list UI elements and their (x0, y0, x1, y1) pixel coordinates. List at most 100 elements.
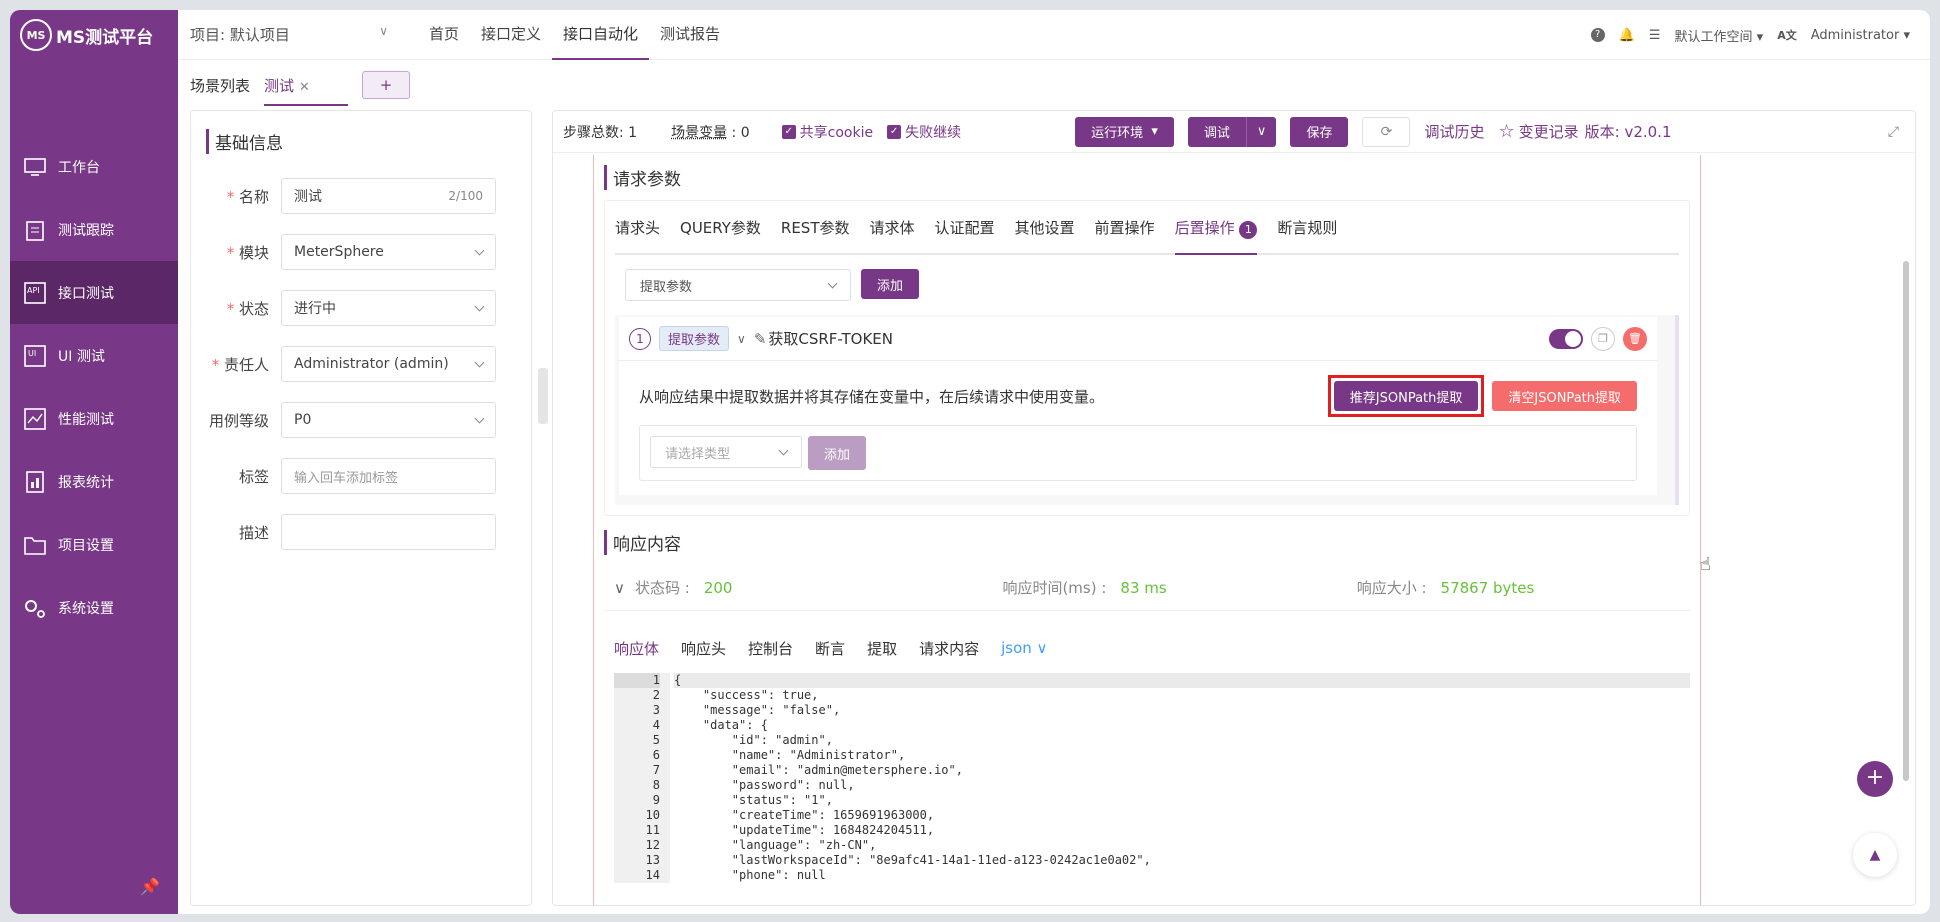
tag-input[interactable]: 输入回车添加标签 (281, 458, 496, 494)
chart-icon (22, 407, 48, 431)
save-button[interactable]: 保存 (1290, 116, 1349, 147)
sidebar-item-label: UI 测试 (58, 348, 105, 365)
project-label: 项目: 默认项目 (190, 26, 290, 44)
environment-button[interactable]: 运行环境 ▾ (1075, 116, 1174, 147)
level-select[interactable]: P0 (281, 402, 496, 438)
back-to-top-button[interactable]: ▲ (1853, 833, 1897, 877)
post-add-button[interactable]: 添加 (861, 269, 920, 299)
version-label[interactable]: 版本: v2.0.1 (1585, 121, 1672, 142)
clear-jsonpath-button[interactable]: 清空JSONPath提取 (1492, 381, 1637, 411)
close-icon[interactable]: ✕ (299, 80, 310, 95)
chevron-down-icon (474, 357, 485, 367)
menu-api-automation[interactable]: 接口自动化 (552, 10, 650, 60)
tab-other[interactable]: 其他设置 (1015, 217, 1075, 238)
sidebar-item-system-settings[interactable]: 系统设置 (10, 576, 178, 639)
tab-request-content[interactable]: 请求内容 (919, 638, 979, 659)
recommend-jsonpath-button[interactable]: 推荐JSONPath提取 (1333, 381, 1479, 411)
tab-test[interactable]: 测试 ✕ (264, 75, 349, 106)
response-tabs: 响应体 响应头 控制台 断言 提取 请求内容 json ∨ (604, 623, 1690, 673)
menu-home[interactable]: 首页 (418, 10, 470, 60)
step-enable-toggle[interactable] (1549, 328, 1583, 349)
delete-icon[interactable]: 🗑 (1623, 326, 1647, 351)
tab-rest[interactable]: REST参数 (781, 217, 850, 238)
scrollbar[interactable] (1903, 261, 1909, 781)
sidebar-item-label: 测试跟踪 (58, 222, 114, 239)
tab-body[interactable]: 请求体 (870, 217, 915, 238)
tab-assertions[interactable]: 断言规则 (1277, 217, 1337, 238)
owner-row: * 责任人 Administrator (admin) (206, 336, 516, 392)
chevron-down-icon (474, 413, 485, 423)
project-selector[interactable]: 项目: 默认项目 ∨ (178, 24, 398, 45)
extract-type-select[interactable]: 请选择类型 (650, 436, 802, 468)
line-number: 7 (652, 763, 660, 777)
sidebar-item-reports[interactable]: 报表统计 (10, 450, 178, 513)
bell-icon[interactable]: 🔔 (1619, 28, 1635, 43)
user-menu[interactable]: Administrator ▾ (1811, 28, 1910, 43)
tab-pre[interactable]: 前置操作 (1095, 217, 1155, 238)
chevron-down-icon[interactable]: ∨ (614, 579, 625, 597)
api-icon: API (22, 281, 48, 305)
tab-assertion[interactable]: 断言 (815, 638, 845, 659)
debug-dropdown-button[interactable]: ∨ (1246, 116, 1277, 147)
add-tab-button[interactable]: + (362, 71, 411, 99)
line-number: 5 (652, 733, 660, 747)
tab-auth[interactable]: 认证配置 (935, 217, 995, 238)
extract-add-button[interactable]: 添加 (808, 436, 867, 470)
fullscreen-icon[interactable]: ⤢ (1888, 124, 1899, 140)
code-line: "password": null, (674, 778, 855, 792)
name-field[interactable]: 测试 2/100 (281, 178, 496, 214)
response-summary: ∨ 状态码 : 200 响应时间(ms) : 83 ms 响应大小 : 5786… (604, 565, 1690, 611)
refresh-icon[interactable]: ⟳ (1362, 116, 1411, 147)
code-line: "updateTime": 1684824204511, (674, 823, 935, 837)
sidebar-item-performance[interactable]: 性能测试 (10, 387, 178, 450)
step-tag: 提取参数 (659, 326, 730, 351)
share-cookie-checkbox[interactable]: ✓ 共享cookie (781, 122, 873, 142)
menu-test-report[interactable]: 测试报告 (649, 10, 731, 60)
change-record-link[interactable]: 变更记录 (1519, 121, 1579, 142)
edit-icon[interactable]: ✎ (754, 330, 767, 348)
tab-query[interactable]: QUERY参数 (680, 217, 761, 238)
fail-continue-checkbox[interactable]: ✓ 失败继续 (887, 122, 961, 142)
format-select[interactable]: json ∨ (1001, 639, 1047, 657)
desc-textarea[interactable] (281, 514, 496, 550)
collapse-handle[interactable] (538, 368, 548, 424)
tab-response-headers[interactable]: 响应头 (681, 638, 726, 659)
response-time-value: 83 ms (1120, 578, 1167, 597)
owner-select[interactable]: Administrator (admin) (281, 346, 496, 382)
response-code-editor[interactable]: 1 2 3 4 5 6 7 8 9 10 11 12 13 14 { "success": true, "… (614, 673, 1690, 883)
module-select[interactable]: MeterSphere (281, 234, 496, 270)
tab-extract[interactable]: 提取 (867, 638, 897, 659)
scene-variables[interactable]: 场景变量 : 0 (671, 122, 750, 142)
copy-icon[interactable]: ❐ (1591, 326, 1615, 351)
menu-api-definition[interactable]: 接口定义 (470, 10, 552, 60)
sidebar-item-workbench[interactable]: 工作台 (10, 135, 178, 198)
steps-count: 步骤总数: 1 (563, 124, 638, 141)
name-row: * 名称 测试 2/100 (206, 168, 516, 224)
response-size-label: 响应大小 : (1356, 579, 1427, 597)
post-type-select[interactable]: 提取参数 (625, 269, 851, 301)
sidebar-item-ui-test[interactable]: UI UI 测试 (10, 324, 178, 387)
sidebar-item-test-track[interactable]: 测试跟踪 (10, 198, 178, 261)
tab-headers[interactable]: 请求头 (615, 217, 660, 238)
star-icon[interactable]: ☆ (1498, 121, 1514, 142)
tab-response-body[interactable]: 响应体 (614, 638, 659, 659)
debug-history-link[interactable]: 调试历史 (1424, 121, 1484, 142)
sidebar-item-label: 项目设置 (58, 537, 114, 554)
code-line: "data": { (674, 718, 768, 732)
chevron-down-icon[interactable]: ∨ (737, 332, 746, 346)
debug-button[interactable]: 调试 (1187, 116, 1247, 147)
status-row: * 状态 进行中 (206, 280, 516, 336)
add-step-button[interactable]: + (1857, 761, 1893, 797)
status-select[interactable]: 进行中 (281, 290, 496, 326)
post-badge: 1 (1239, 221, 1258, 239)
language-icon[interactable]: A文 (1777, 27, 1797, 43)
pin-icon[interactable]: 📌 (140, 877, 160, 896)
sidebar-item-api-test[interactable]: API 接口测试 (10, 261, 178, 324)
tab-console[interactable]: 控制台 (748, 638, 793, 659)
help-icon[interactable]: ? (1590, 28, 1605, 42)
tab-scene-list[interactable]: 场景列表 (190, 75, 250, 96)
workspace-selector[interactable]: 默认工作空间 ▾ (1675, 26, 1764, 45)
sidebar-item-project-settings[interactable]: 项目设置 (10, 513, 178, 576)
tag-label: 标签 (238, 467, 269, 486)
tab-post[interactable]: 后置操作 1 (1174, 217, 1258, 255)
